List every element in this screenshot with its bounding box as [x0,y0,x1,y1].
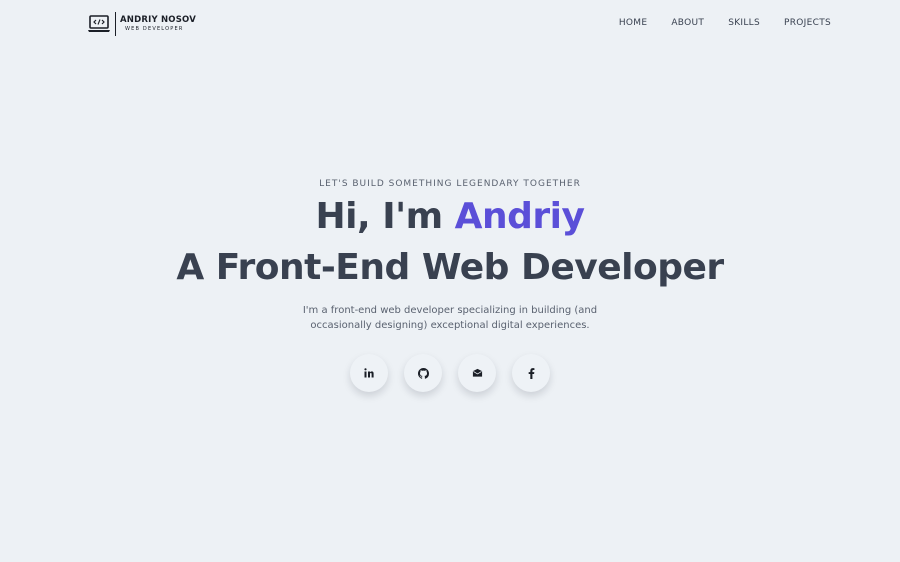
linkedin-icon [364,368,374,378]
hero-headline: A Front-End Web Developer [176,247,724,288]
logo-subtitle: WEB DEVELOPER [125,26,184,33]
page: ANDRIY NOSOV WEB DEVELOPER HOME ABOUT SK… [0,0,900,562]
github-button[interactable] [404,354,442,392]
logo-link[interactable]: ANDRIY NOSOV WEB DEVELOPER [88,12,196,36]
nav-skills[interactable]: SKILLS [728,18,760,28]
hero-description: I'm a front-end web developer specializi… [302,305,598,331]
code-laptop-icon [88,15,110,32]
nav-projects[interactable]: PROJECTS [784,18,831,28]
nav-home[interactable]: HOME [619,18,648,28]
mail-icon [472,368,482,377]
main-nav: HOME ABOUT SKILLS PROJECTS [619,18,831,28]
site-header: ANDRIY NOSOV WEB DEVELOPER HOME ABOUT SK… [0,0,900,48]
hero-tagline: LET'S BUILD SOMETHING LEGENDARY TOGETHER [319,179,581,189]
github-icon [417,367,429,379]
greeting-prefix: Hi, I'm [315,196,455,237]
logo-text: ANDRIY NOSOV WEB DEVELOPER [120,16,196,33]
hero-greeting: Hi, I'm Andriy [0,196,900,237]
logo-divider [115,12,116,36]
social-links [0,354,900,392]
facebook-button[interactable] [512,354,550,392]
facebook-icon [528,367,534,379]
nav-about[interactable]: ABOUT [671,18,704,28]
mail-button[interactable] [458,354,496,392]
logo-name: ANDRIY NOSOV [120,14,197,25]
linkedin-button[interactable] [350,354,388,392]
greeting-name: Andriy [454,196,585,237]
